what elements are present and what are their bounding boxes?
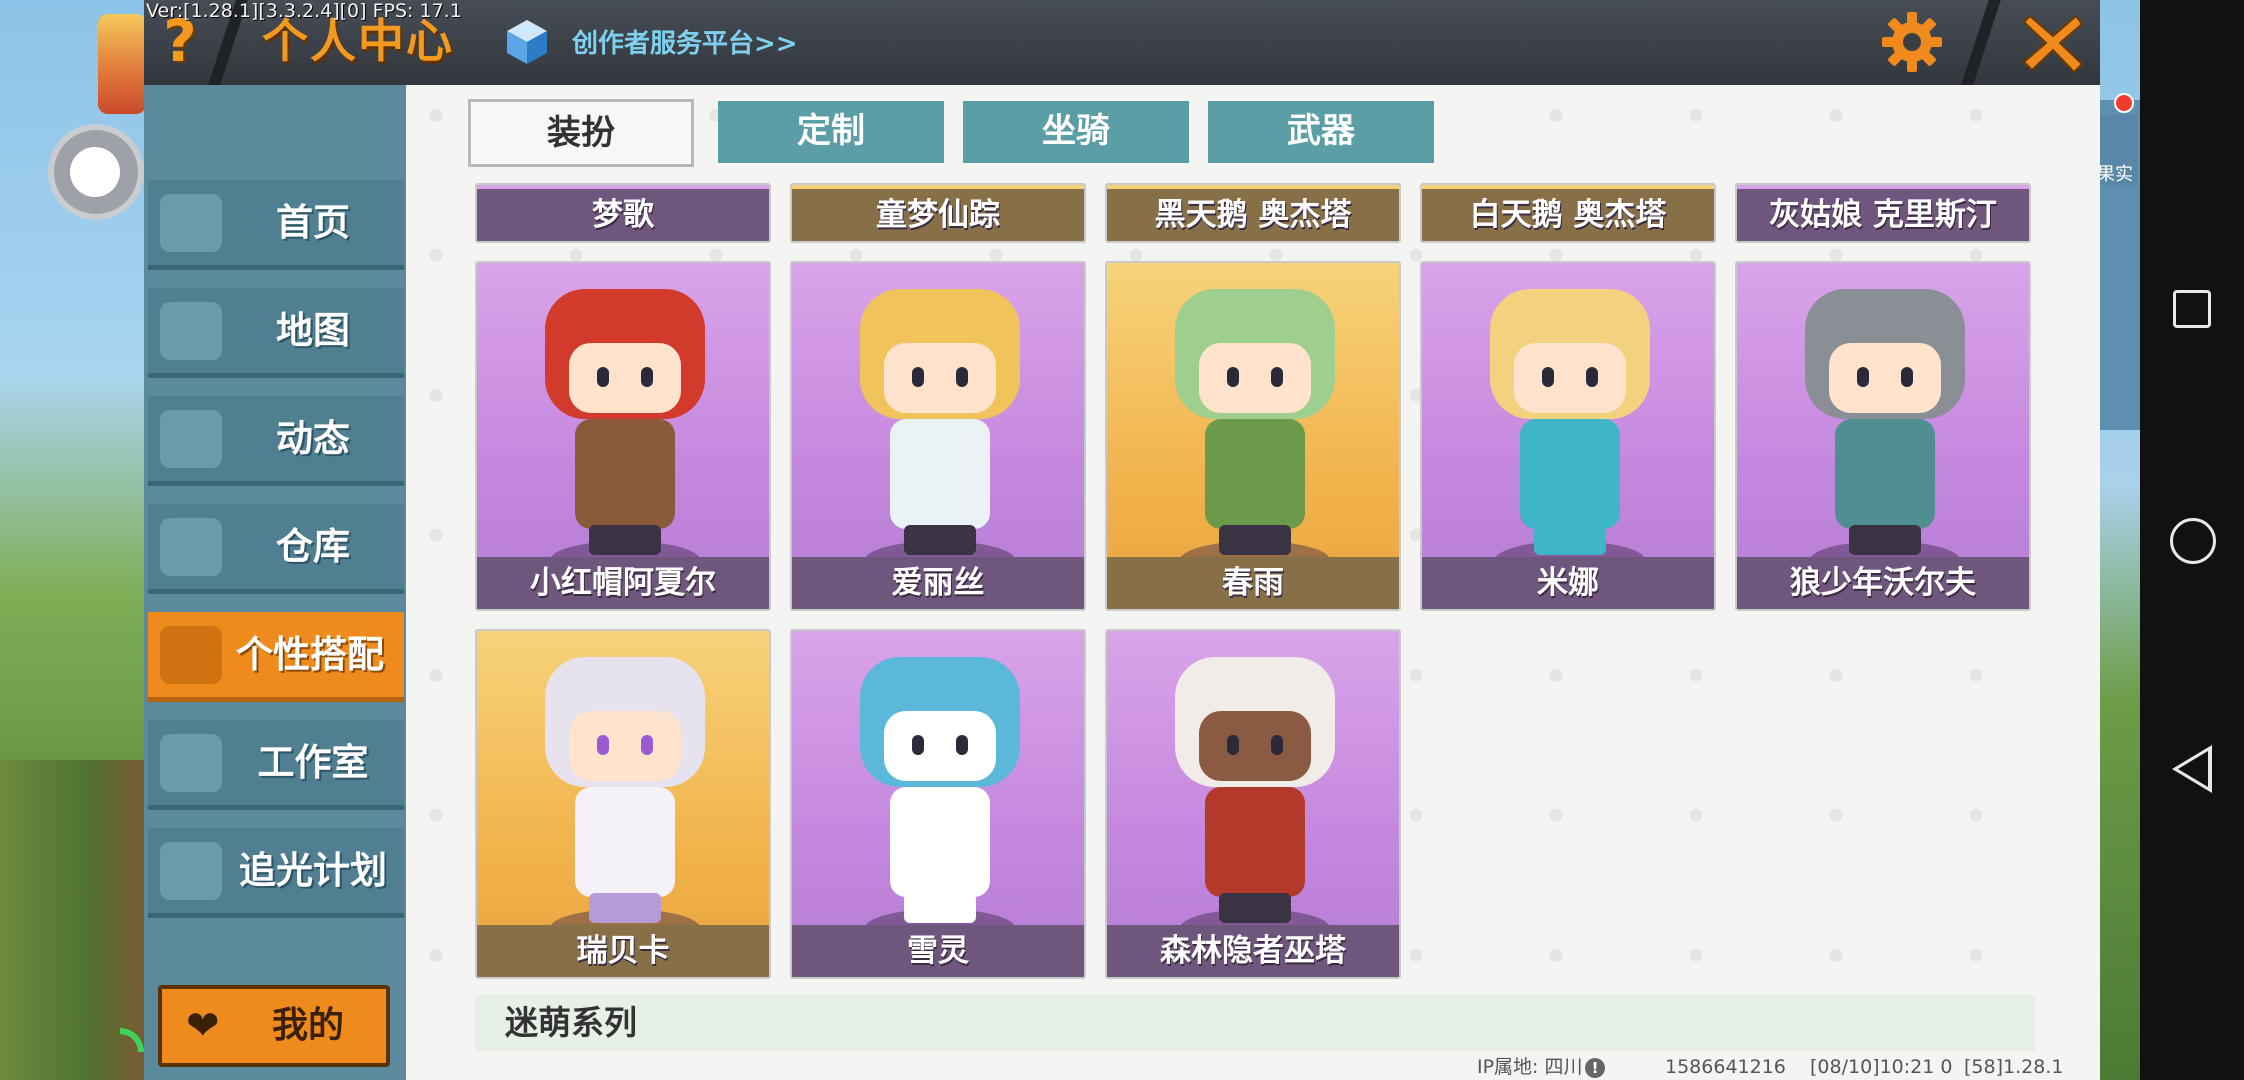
skin-card-label: 童梦仙踪: [792, 189, 1084, 241]
timestamp: [08/10]10:21 0: [1810, 1056, 1953, 1078]
home-nav-icon[interactable]: [2170, 518, 2216, 564]
series-header-bar: [475, 995, 2035, 1051]
skin-card[interactable]: 森林隐者巫塔: [1105, 629, 1401, 979]
skin-card-label: 狼少年沃尔夫: [1737, 557, 2029, 609]
my-button[interactable]: ❤ 我的: [158, 985, 390, 1067]
cube-icon[interactable]: [505, 18, 549, 66]
skin-card-label: 米娜: [1422, 557, 1714, 609]
ip-location: IP属地: 四川: [1477, 1056, 1583, 1078]
sidebar-item-label: 个性搭配: [236, 633, 384, 676]
sidebar-item-label: 首页: [276, 201, 350, 244]
skin-card-label: 雪灵: [792, 925, 1084, 977]
character-figure: [840, 289, 1040, 569]
back-nav-icon-inner: [2178, 751, 2208, 787]
skin-card[interactable]: 童梦仙踪: [790, 183, 1086, 243]
house-icon: [160, 194, 222, 252]
close-icon[interactable]: [2018, 8, 2088, 78]
skin-card[interactable]: 狼少年沃尔夫: [1735, 261, 2031, 611]
series-title: 迷萌系列: [505, 1003, 637, 1042]
skin-card[interactable]: 白天鹅 奥杰塔: [1420, 183, 1716, 243]
studio-icon: [160, 734, 222, 792]
skin-card[interactable]: 春雨: [1105, 261, 1401, 611]
floating-assist-ball-center: [70, 147, 120, 197]
sidebar-item-outfit[interactable]: 个性搭配: [148, 612, 404, 702]
my-button-label: 我的: [272, 1005, 345, 1046]
player-avatar[interactable]: [98, 14, 146, 114]
skin-card[interactable]: 米娜: [1420, 261, 1716, 611]
skin-card-label: 小红帽阿夏尔: [477, 557, 769, 609]
character-figure: [1155, 289, 1355, 569]
skin-card-label: 梦歌: [477, 189, 769, 241]
sidebar-item-light-chase[interactable]: 追光计划: [148, 828, 404, 918]
skin-card-label: 白天鹅 奥杰塔: [1422, 189, 1714, 241]
skin-card-label: 灰姑娘 克里斯汀: [1737, 189, 2029, 241]
skin-card[interactable]: 瑞贝卡: [475, 629, 771, 979]
character-figure: [1470, 289, 1670, 569]
heart-icon: ❤: [186, 1003, 220, 1049]
user-id: 1586641216: [1665, 1056, 1786, 1078]
skin-card-label: 森林隐者巫塔: [1107, 925, 1399, 977]
sidebar-item-label: 仓库: [276, 525, 350, 568]
skin-card[interactable]: 雪灵: [790, 629, 1086, 979]
bell-icon: [160, 410, 222, 468]
sidebar-item-label: 工作室: [257, 741, 369, 784]
character-figure: [1155, 657, 1355, 937]
skin-card-label: 爱丽丝: [792, 557, 1084, 609]
skin-card[interactable]: 梦歌: [475, 183, 771, 243]
build-version: [58]1.28.1: [1964, 1056, 2064, 1078]
sidebar-item-label: 追光计划: [239, 849, 387, 892]
sidebar-item-feed[interactable]: 动态: [148, 396, 404, 486]
warehouse-icon: [160, 518, 222, 576]
character-figure: [525, 289, 725, 569]
skin-card[interactable]: 灰姑娘 克里斯汀: [1735, 183, 2031, 243]
tab-mount[interactable]: 坐骑: [963, 101, 1189, 163]
character-figure: [525, 657, 725, 937]
tab-custom[interactable]: 定制: [718, 101, 944, 163]
recent-apps-icon[interactable]: [2173, 290, 2211, 328]
sidebar-item-home[interactable]: 首页: [148, 180, 404, 270]
skin-card-label: 瑞贝卡: [477, 925, 769, 977]
outfit-icon: [160, 626, 222, 684]
skin-card-label: 黑天鹅 奥杰塔: [1107, 189, 1399, 241]
sidebar-item-map[interactable]: 地图: [148, 288, 404, 378]
info-icon[interactable]: !: [1585, 1058, 1605, 1078]
skin-card[interactable]: 小红帽阿夏尔: [475, 261, 771, 611]
character-figure: [840, 657, 1040, 937]
creator-platform-link[interactable]: 创作者服务平台>>: [572, 22, 798, 66]
sparkle-icon: [160, 842, 222, 900]
skin-card[interactable]: 爱丽丝: [790, 261, 1086, 611]
gear-icon[interactable]: [1880, 10, 1944, 74]
sidebar-item-studio[interactable]: 工作室: [148, 720, 404, 810]
version-fps-readout: Ver:[1.28.1][3.3.2.4][0] FPS: 17.1: [146, 0, 462, 22]
map-icon: [160, 302, 222, 360]
tab-weapon[interactable]: 武器: [1208, 101, 1434, 163]
sidebar-item-warehouse[interactable]: 仓库: [148, 504, 404, 594]
sidebar-item-label: 动态: [276, 417, 350, 460]
character-figure: [1785, 289, 1985, 569]
notification-dot: [2114, 93, 2134, 113]
skin-card[interactable]: 黑天鹅 奥杰塔: [1105, 183, 1401, 243]
skin-card-label: 春雨: [1107, 557, 1399, 609]
tab-dress-up[interactable]: 装扮: [468, 99, 694, 167]
sidebar-item-label: 地图: [276, 309, 350, 352]
fruit-badge-label: 果实: [2097, 164, 2133, 185]
